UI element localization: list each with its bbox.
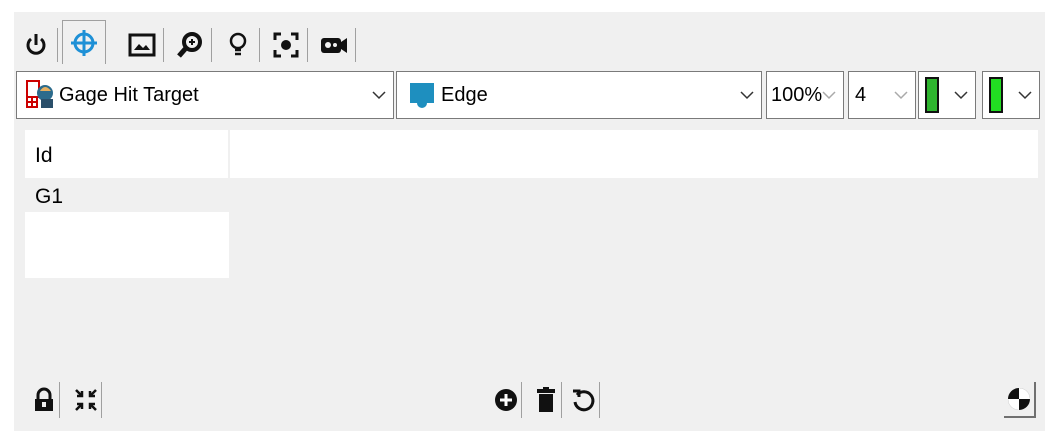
power-icon	[26, 34, 45, 55]
lock-button[interactable]	[28, 382, 60, 418]
lock-icon	[34, 387, 53, 411]
color-wheel-button[interactable]	[1004, 382, 1036, 418]
zoom-select[interactable]: 100%	[766, 71, 844, 119]
delete-button[interactable]	[530, 382, 562, 418]
collapse-button[interactable]	[70, 382, 102, 418]
crosshair-target-icon	[71, 29, 97, 56]
color2-select[interactable]	[982, 71, 1040, 119]
delete-icon	[536, 387, 555, 412]
width-select-value: 4	[855, 83, 867, 106]
tab-image[interactable]	[120, 28, 164, 62]
toolbar: Gage Hit Target Edge 100% 4	[16, 71, 1043, 121]
image-icon	[128, 33, 155, 57]
width-select[interactable]: 4	[848, 71, 916, 119]
tab-light[interactable]	[216, 28, 260, 62]
chevron-down-icon	[822, 91, 836, 100]
chevron-down-icon	[894, 91, 908, 100]
edge-icon	[410, 83, 434, 108]
lightbulb-icon	[229, 32, 246, 56]
table-empty-area	[25, 212, 229, 278]
tool-select[interactable]: Gage Hit Target	[16, 71, 394, 119]
chevron-down-icon	[372, 91, 386, 100]
color-wheel-icon	[1008, 388, 1030, 410]
tab-camera[interactable]	[312, 28, 356, 62]
tab-focus[interactable]	[264, 28, 308, 62]
zoom-select-value: 100%	[771, 83, 823, 106]
color2-swatch	[989, 77, 1003, 113]
chevron-down-icon	[954, 91, 968, 100]
zoom-icon	[176, 32, 202, 58]
tab-target[interactable]	[62, 20, 106, 64]
color1-select[interactable]	[918, 71, 976, 119]
chevron-down-icon	[740, 91, 754, 100]
add-button[interactable]	[490, 382, 522, 418]
camera-icon	[320, 38, 347, 53]
mode-select-value: Edge	[441, 83, 488, 106]
chevron-down-icon	[1018, 91, 1032, 100]
collapse-icon	[74, 389, 97, 411]
tab-power[interactable]	[14, 28, 58, 62]
id-column-header[interactable]: Id	[25, 130, 228, 178]
add-icon	[494, 389, 517, 411]
color1-swatch	[925, 77, 939, 113]
reset-icon	[572, 389, 594, 412]
table-header-filler	[230, 130, 1038, 178]
table-row[interactable]: G1	[25, 178, 228, 212]
mode-select[interactable]: Edge	[396, 71, 762, 119]
tab-zoom[interactable]	[168, 28, 212, 62]
reset-button[interactable]	[568, 382, 600, 418]
focus-frame-icon	[273, 32, 298, 58]
gage-hit-target-icon	[26, 80, 53, 108]
tool-select-value: Gage Hit Target	[59, 83, 199, 106]
